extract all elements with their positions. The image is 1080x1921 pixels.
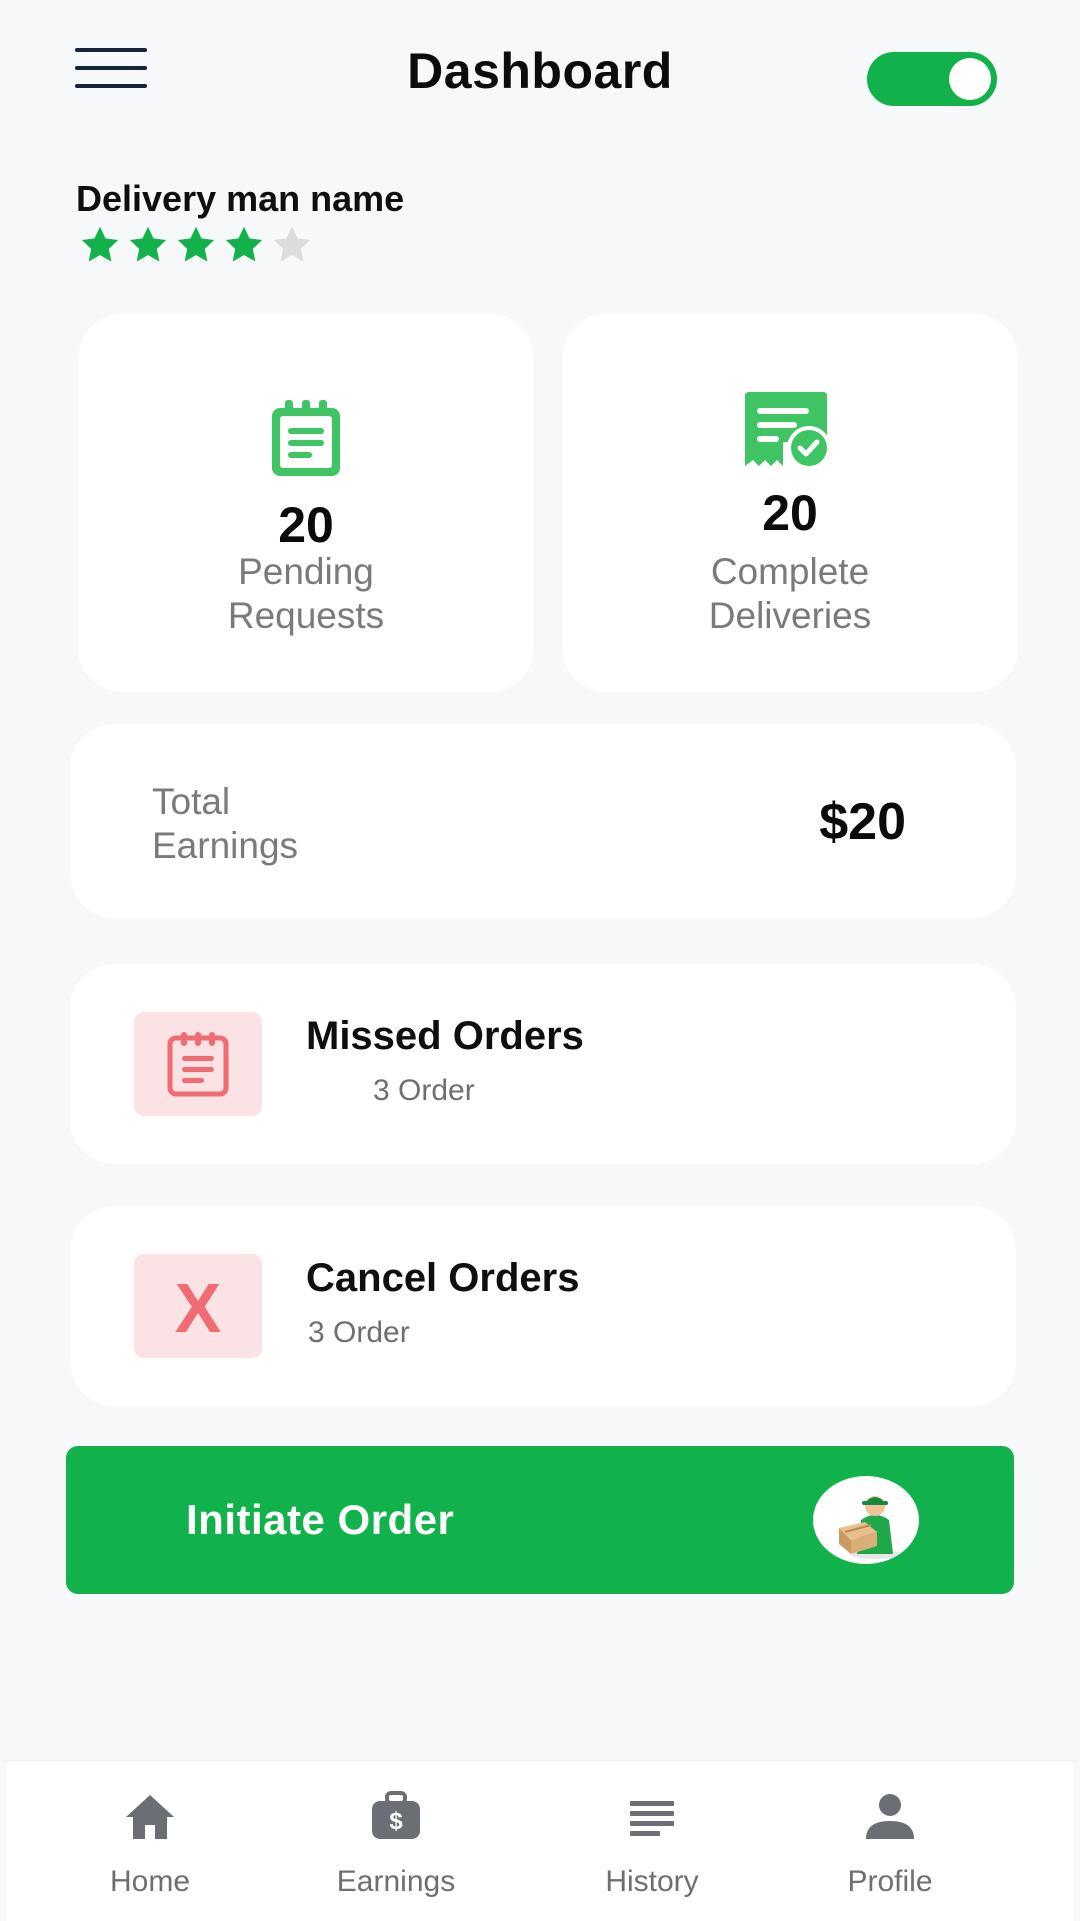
delivery-man-illustration <box>839 1496 899 1559</box>
pending-label-line2: Requests <box>227 595 385 636</box>
wallet-dollar-icon: $ <box>372 1791 420 1839</box>
complete-label-line1: Complete <box>710 551 870 592</box>
initiate-order-button[interactable]: Initiate Order <box>66 1446 1014 1594</box>
toggle-knob <box>949 58 991 100</box>
star-empty-icon <box>273 226 311 262</box>
receipt-check-icon <box>745 392 831 470</box>
missed-orders-title: Missed Orders <box>306 1014 584 1058</box>
star-icon <box>81 226 119 262</box>
cancel-orders-card[interactable]: X Cancel Orders 3 Order <box>70 1206 1016 1406</box>
cancel-x-icon: X <box>174 1269 222 1347</box>
nav-label-earnings: Earnings <box>336 1865 456 1898</box>
nav-item-profile[interactable]: Profile <box>780 1761 1000 1921</box>
delivery-man-icon <box>813 1476 919 1564</box>
driver-name: Delivery man name <box>76 178 405 219</box>
complete-count: 20 <box>762 485 818 541</box>
earnings-label-line1: Total <box>152 781 231 822</box>
pending-label-line1: Pending <box>238 551 374 592</box>
earnings-label: Total Earnings <box>152 780 412 868</box>
clipboard-icon <box>272 400 340 476</box>
nav-label-profile: Profile <box>847 1865 933 1898</box>
missed-orders-card[interactable]: Missed Orders 3 Order <box>70 964 1016 1164</box>
total-earnings-card[interactable]: Total Earnings $20 <box>70 724 1016 918</box>
complete-label-line2: Deliveries <box>708 595 872 636</box>
missed-orders-count: 3 Order <box>373 1074 475 1107</box>
list-icon <box>630 1801 674 1836</box>
missed-orders-icon-box <box>134 1012 262 1116</box>
earnings-label-line2: Earnings <box>152 825 299 866</box>
clipboard-icon <box>167 1032 229 1097</box>
online-toggle[interactable] <box>867 52 997 106</box>
earnings-value: $20 <box>819 793 906 851</box>
initiate-order-label: Initiate Order <box>186 1496 455 1543</box>
person-icon <box>866 1794 914 1839</box>
app-header: Dashboard <box>0 0 1080 150</box>
cancel-orders-count: 3 Order <box>308 1316 410 1349</box>
pending-count: 20 <box>278 497 334 553</box>
star-icon <box>177 226 215 262</box>
star-icon <box>129 226 167 262</box>
nav-item-home[interactable]: Home <box>40 1761 260 1921</box>
cancel-orders-icon-box: X <box>134 1254 262 1358</box>
home-icon <box>126 1795 174 1839</box>
nav-item-earnings[interactable]: $ Earnings <box>286 1761 506 1921</box>
bottom-nav: Home $ Earnings History Profile <box>6 1760 1074 1921</box>
star-icon <box>225 226 263 262</box>
nav-label-history: History <box>605 1865 699 1898</box>
nav-item-history[interactable]: History <box>542 1761 762 1921</box>
nav-label-home: Home <box>109 1865 191 1898</box>
svg-text:$: $ <box>389 1808 403 1835</box>
complete-deliveries-card[interactable]: 20 Complete Deliveries <box>562 314 1018 692</box>
cancel-orders-title: Cancel Orders <box>306 1256 580 1300</box>
rating-stars <box>76 222 316 268</box>
pending-requests-card[interactable]: 20 Pending Requests <box>78 314 534 692</box>
